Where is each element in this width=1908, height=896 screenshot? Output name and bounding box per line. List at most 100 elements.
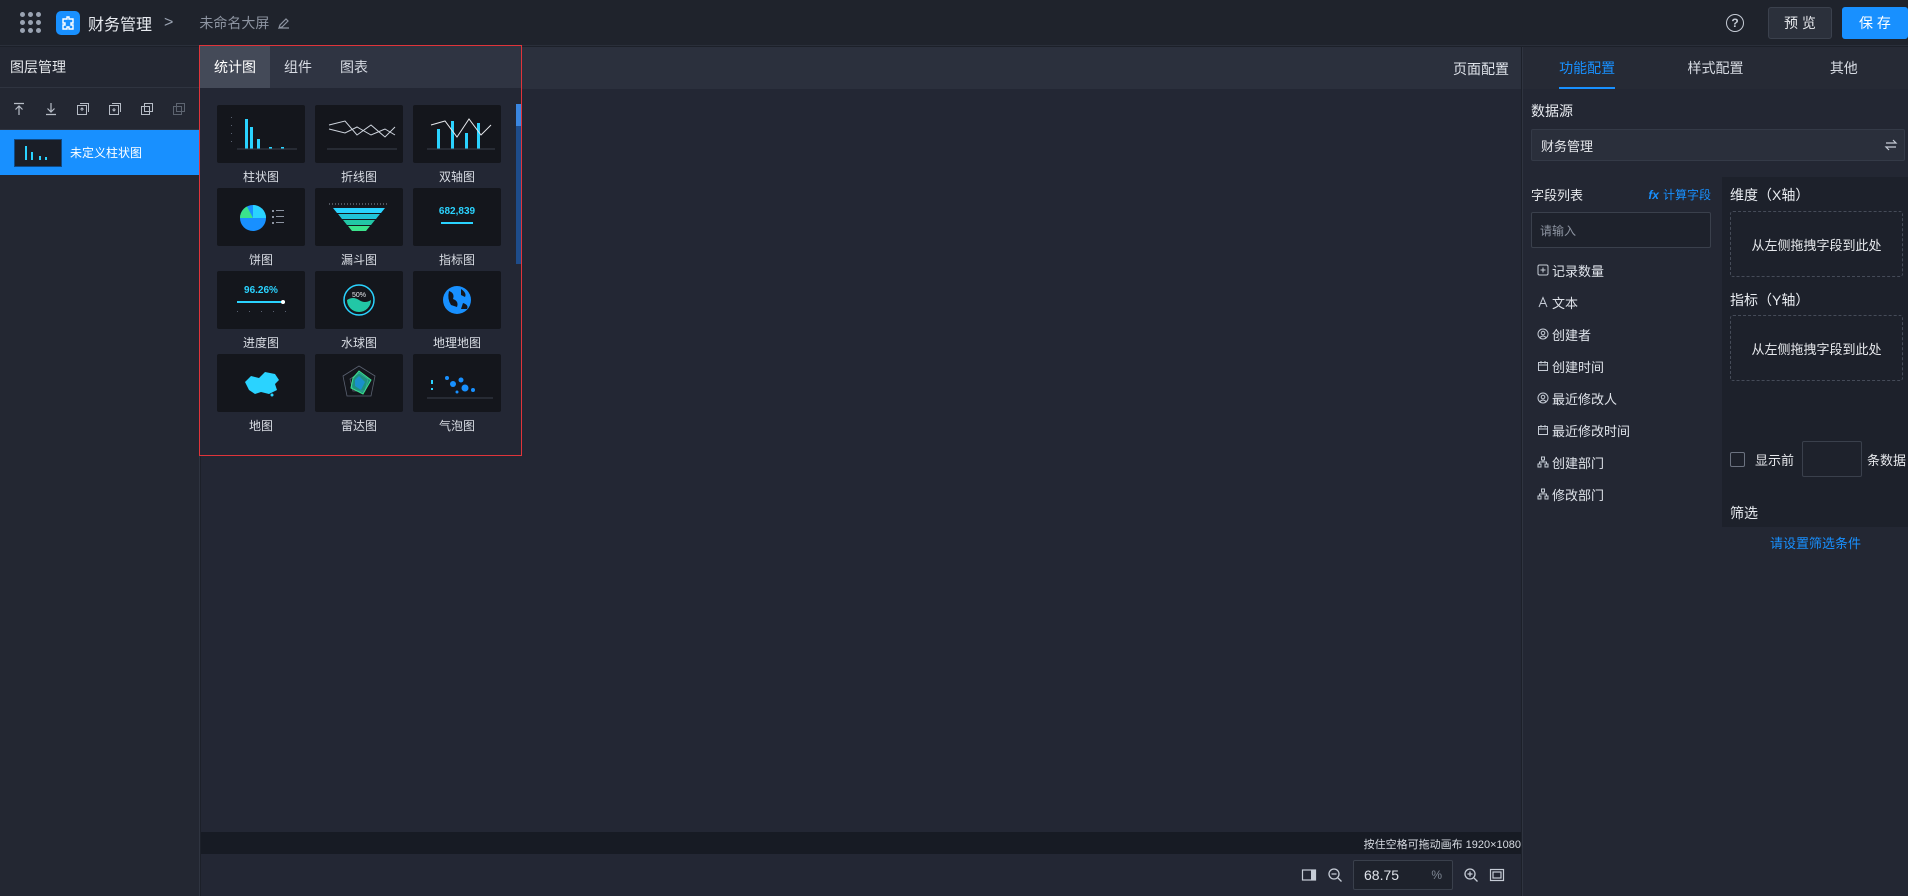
bubble-chart-icon	[413, 354, 501, 412]
topn-input[interactable]	[1802, 441, 1863, 477]
zoom-out-icon[interactable]	[1327, 867, 1343, 883]
canvas-hint: 按住空格可拖动画布 1920×1080	[1363, 839, 1521, 851]
switch-icon[interactable]	[1884, 138, 1898, 152]
fx-icon: fx	[1648, 187, 1659, 202]
move-down-icon[interactable]	[108, 102, 122, 116]
chart-type-radar[interactable]: 雷达图	[315, 354, 403, 437]
toggle-panel-icon[interactable]	[1301, 867, 1317, 883]
datasource-value: 财务管理	[1541, 138, 1594, 154]
field-item[interactable]: 记录数量	[1531, 254, 1711, 286]
chart-type-label: 水球图	[340, 336, 377, 350]
chart-type-label: 饼图	[248, 253, 273, 267]
app-logo-icon	[56, 10, 80, 35]
chart-type-dual-axis[interactable]: 双轴图	[413, 105, 501, 188]
chart-type-funnel[interactable]: 漏斗图	[315, 188, 403, 271]
field-item[interactable]: 最近修改时间	[1531, 414, 1711, 446]
org-icon	[1537, 456, 1549, 468]
tab-statistics[interactable]: 统计图	[200, 46, 270, 88]
tab-other[interactable]: 其他	[1780, 47, 1908, 89]
tab-function-config[interactable]: 功能配置	[1523, 47, 1651, 89]
calc-field-label: 计算字段	[1662, 188, 1711, 202]
field-item[interactable]: 文本	[1531, 286, 1711, 318]
move-to-bottom-icon[interactable]	[44, 102, 58, 116]
axis-config-column: 维度（X轴） 从左侧拖拽字段到此处 指标（Y轴） 从左侧拖拽字段到此处 显示前 …	[1722, 177, 1908, 551]
layer-panel: 图层管理 未定义柱状图	[0, 47, 200, 896]
count-icon	[1537, 264, 1549, 276]
edit-icon[interactable]	[277, 16, 291, 30]
layer-item[interactable]: 未定义柱状图	[0, 130, 199, 175]
dimension-drop-zone[interactable]: 从左侧拖拽字段到此处	[1730, 211, 1903, 277]
chart-type-label: 双轴图	[438, 170, 475, 184]
chart-picker-popover: 统计图 组件 图表 柱状图 折线图 双轴图 饼图 漏斗图 682,839 指标图…	[199, 45, 522, 456]
tab-charts[interactable]: 图表	[326, 46, 382, 88]
layer-thumbnail	[14, 138, 62, 167]
chart-type-progress[interactable]: 96.26% 进度图	[217, 271, 305, 354]
chart-type-bubble[interactable]: 气泡图	[413, 354, 501, 437]
chart-type-liquid[interactable]: 50% 水球图	[315, 271, 403, 354]
canvas-hint-bar: 按住空格可拖动画布 1920×1080	[201, 832, 1521, 854]
field-item[interactable]: 创建时间	[1531, 350, 1711, 382]
delete-copy-icon[interactable]	[172, 102, 186, 116]
funnel-chart-icon	[315, 188, 403, 246]
chart-type-line[interactable]: 折线图	[315, 105, 403, 188]
chart-type-label: 气泡图	[438, 419, 475, 433]
picker-tabs: 统计图 组件 图表	[200, 46, 521, 88]
field-item[interactable]: 创建部门	[1531, 446, 1711, 478]
topn-row: 显示前 条数据	[1730, 441, 1906, 477]
dimension-title: 维度（X轴）	[1730, 187, 1810, 203]
apps-grid-icon[interactable]	[20, 11, 42, 34]
bar-chart-icon	[217, 105, 305, 163]
chart-type-label: 柱状图	[242, 170, 279, 184]
field-item[interactable]: 创建者	[1531, 318, 1711, 350]
chart-type-geo-map[interactable]: 地理地图	[413, 271, 501, 354]
chart-type-bar[interactable]: 柱状图	[217, 105, 305, 188]
zoom-unit: %	[1431, 868, 1442, 882]
chart-type-label: 折线图	[340, 170, 377, 184]
user-icon	[1537, 392, 1549, 404]
calc-field-button[interactable]: fx 计算字段	[1648, 186, 1711, 203]
indicator-chart-icon: 682,839	[413, 188, 501, 246]
chart-type-label: 指标图	[438, 253, 475, 267]
zoom-input[interactable]: 68.75 %	[1353, 860, 1453, 890]
calendar-icon	[1538, 361, 1548, 371]
layer-label: 未定义柱状图	[70, 146, 143, 160]
topn-suffix: 条数据	[1867, 452, 1907, 468]
line-chart-icon	[315, 105, 403, 163]
move-to-top-icon[interactable]	[12, 102, 26, 116]
chart-type-label: 漏斗图	[340, 253, 377, 267]
zoom-in-icon[interactable]	[1463, 867, 1479, 883]
org-icon	[1537, 488, 1549, 500]
app-title[interactable]: 财务管理	[88, 11, 152, 35]
chart-type-map[interactable]: 地图	[217, 354, 305, 437]
user-icon	[1537, 328, 1549, 340]
save-button[interactable]: 保 存	[1842, 7, 1908, 39]
chart-type-label: 进度图	[242, 336, 279, 350]
globe-map-icon	[413, 271, 501, 329]
field-list: 记录数量 文本 创建者 创建时间 最近修改人 最近修改时间 创建部门 修改部门	[1531, 254, 1711, 510]
field-item[interactable]: 修改部门	[1531, 478, 1711, 510]
move-up-icon[interactable]	[76, 102, 90, 116]
chart-type-label: 地理地图	[432, 336, 481, 350]
china-map-icon	[217, 354, 305, 412]
fit-screen-icon[interactable]	[1489, 867, 1505, 883]
preview-button[interactable]: 预 览	[1768, 7, 1832, 39]
chart-type-indicator[interactable]: 682,839 指标图	[413, 188, 501, 271]
chart-type-label: 雷达图	[340, 419, 377, 433]
field-search-input[interactable]: 请输入	[1531, 212, 1711, 248]
datasource-select[interactable]: 财务管理	[1531, 129, 1905, 161]
radar-chart-icon	[315, 354, 403, 412]
tab-style-config[interactable]: 样式配置	[1651, 47, 1779, 89]
topn-checkbox[interactable]	[1730, 451, 1745, 467]
metric-drop-zone[interactable]: 从左侧拖拽字段到此处	[1730, 315, 1903, 381]
chart-type-pie[interactable]: 饼图	[217, 188, 305, 271]
help-icon[interactable]: ?	[1726, 14, 1744, 32]
copy-icon[interactable]	[140, 102, 154, 116]
tab-components[interactable]: 组件	[270, 46, 326, 88]
page-config-link[interactable]: 页面配置	[1453, 59, 1509, 79]
picker-scrollbar[interactable]	[516, 104, 521, 264]
layer-panel-title: 图层管理	[0, 47, 199, 88]
field-item[interactable]: 最近修改人	[1531, 382, 1711, 414]
filter-condition-link[interactable]: 请设置筛选条件	[1722, 533, 1908, 552]
progress-chart-icon: 96.26%	[217, 271, 305, 329]
screen-name[interactable]: 未命名大屏	[199, 13, 269, 33]
